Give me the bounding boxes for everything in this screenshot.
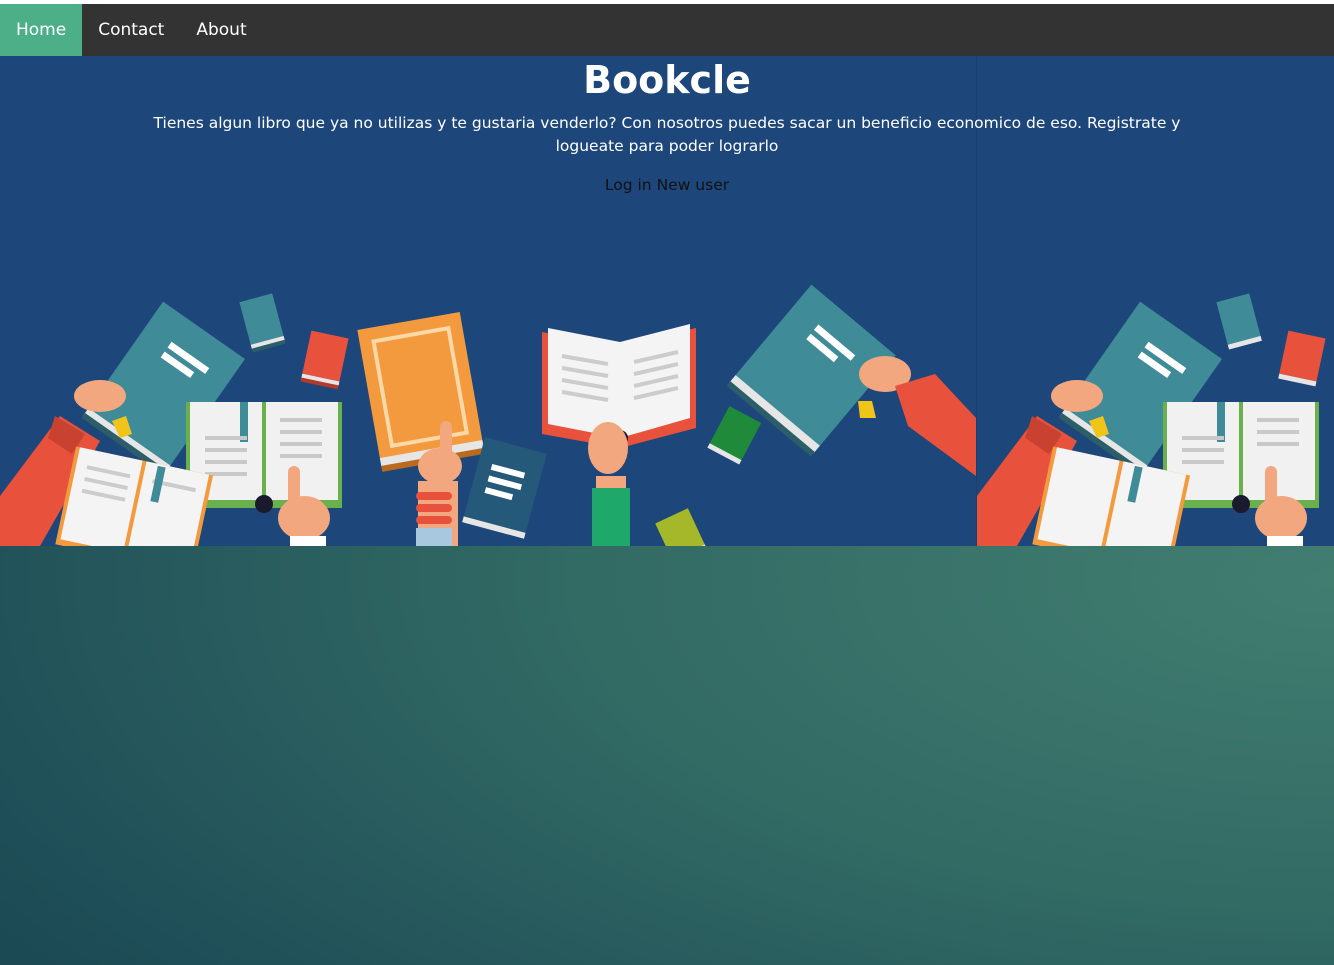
hero-section: Bookcle Tienes algun libro que ya no uti… [0, 56, 1334, 546]
small-lime-book [655, 508, 707, 546]
small-red-book [300, 330, 349, 390]
hero-description: Tienes algun libro que ya no utilizas y … [153, 114, 1181, 155]
navbar: Home Contact About [0, 4, 1334, 56]
open-book-green [186, 402, 342, 546]
orange-book [357, 311, 485, 472]
small-green-book [707, 406, 762, 465]
small-teal-book [239, 293, 286, 353]
nav-contact[interactable]: Contact [82, 4, 180, 56]
login-link[interactable]: Log in [605, 176, 652, 194]
open-book-center [542, 324, 696, 546]
nav-home[interactable]: Home [0, 4, 83, 56]
auth-links: Log in New user [0, 176, 1334, 194]
arm-with-teal-book-right [726, 284, 976, 476]
arm-with-teal-book-repeat [977, 293, 1326, 546]
new-user-link[interactable]: New user [657, 176, 730, 194]
nav-about[interactable]: About [180, 4, 262, 56]
page-title: Bookcle [583, 58, 751, 102]
